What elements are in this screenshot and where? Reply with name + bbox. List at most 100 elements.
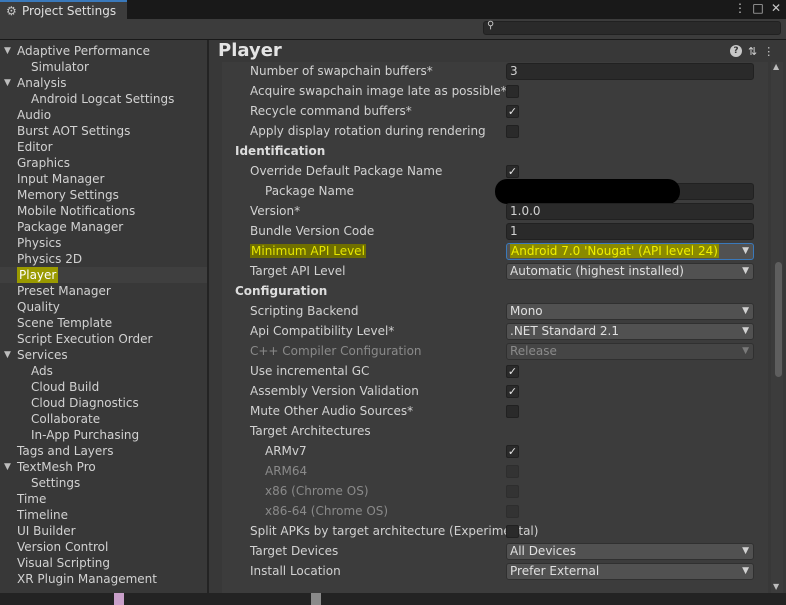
checkbox[interactable] [506, 525, 519, 538]
chevron-down-icon: ▼ [742, 566, 749, 576]
text-field[interactable]: 1 [506, 223, 754, 240]
scrollbar-thumb[interactable] [775, 262, 782, 377]
section-header: Configuration [222, 282, 768, 302]
sidebar-item[interactable]: Time [0, 491, 207, 507]
checkmark-icon: ✓ [507, 365, 518, 378]
preset-icon[interactable]: ⇅ [748, 45, 757, 58]
setting-label: Configuration [235, 284, 328, 298]
sidebar-item[interactable]: ▼ Adaptive Performance [0, 43, 207, 59]
sidebar-item[interactable]: Android Logcat Settings [0, 91, 207, 107]
expand-arrow-icon[interactable]: ▼ [4, 459, 11, 475]
dropdown[interactable]: Prefer External ▼ [506, 563, 754, 580]
title-bar: ⚙ Project Settings ⋮ □ ✕ [0, 0, 786, 19]
expand-arrow-icon[interactable]: ▼ [4, 75, 11, 91]
checkbox[interactable]: ✓ [506, 365, 519, 378]
setting-row: ARMv7 ✓ [222, 442, 768, 462]
expand-arrow-icon[interactable]: ▼ [4, 347, 11, 363]
setting-label: ARMv7 [265, 444, 307, 458]
checkbox[interactable]: ✓ [506, 105, 519, 118]
sidebar-item[interactable]: Input Manager [0, 171, 207, 187]
sidebar-item[interactable]: UI Builder [0, 523, 207, 539]
setting-row: Apply display rotation during rendering [222, 122, 768, 142]
sidebar-item[interactable]: Cloud Build [0, 379, 207, 395]
setting-row: Split APKs by target architecture (Exper… [222, 522, 768, 542]
checkbox[interactable]: ✓ [506, 445, 519, 458]
sidebar-item[interactable]: Memory Settings [0, 187, 207, 203]
sidebar-item[interactable]: Player [0, 267, 207, 283]
sidebar-item[interactable]: Physics [0, 235, 207, 251]
sidebar-item-label: Input Manager [17, 172, 105, 186]
checkbox [506, 505, 519, 518]
setting-label: Package Name [265, 184, 354, 198]
setting-label: Scripting Backend [250, 304, 359, 318]
checkbox[interactable] [506, 85, 519, 98]
scroll-down-icon[interactable]: ▼ [773, 582, 779, 591]
sidebar-item[interactable]: Simulator [0, 59, 207, 75]
scroll-up-icon[interactable]: ▲ [773, 62, 779, 71]
dropdown[interactable]: Android 7.0 'Nougat' (API level 24) ▼ [506, 243, 754, 260]
more-menu-icon[interactable]: ⋮ [734, 1, 746, 15]
sidebar-item[interactable]: Settings [0, 475, 207, 491]
sidebar-item-label: TextMesh Pro [17, 460, 96, 474]
sidebar-item[interactable]: Package Manager [0, 219, 207, 235]
sidebar-item-label: Visual Scripting [17, 556, 110, 570]
setting-label: Identification [235, 144, 326, 158]
sidebar-item[interactable]: Preset Manager [0, 283, 207, 299]
sidebar-item-label: Graphics [17, 156, 70, 170]
help-icon[interactable]: ? [730, 45, 742, 57]
sidebar-item[interactable]: Physics 2D [0, 251, 207, 267]
sidebar-item[interactable]: Audio [0, 107, 207, 123]
dropdown[interactable]: .NET Standard 2.1 ▼ [506, 323, 754, 340]
sidebar-item[interactable]: Visual Scripting [0, 555, 207, 571]
chevron-down-icon: ▼ [742, 546, 749, 556]
dropdown[interactable]: Mono ▼ [506, 303, 754, 320]
dropdown-value: Android 7.0 'Nougat' (API level 24) [510, 244, 719, 258]
sidebar-item[interactable]: Version Control [0, 539, 207, 555]
sidebar-item[interactable]: Graphics [0, 155, 207, 171]
sidebar-item[interactable]: Timeline [0, 507, 207, 523]
sidebar-item[interactable]: Cloud Diagnostics [0, 395, 207, 411]
bottom-strip [0, 593, 786, 605]
close-icon[interactable]: ✕ [770, 1, 782, 15]
dropdown[interactable]: Automatic (highest installed) ▼ [506, 263, 754, 280]
sidebar-item[interactable]: Tags and Layers [0, 443, 207, 459]
sidebar-item[interactable]: Script Execution Order [0, 331, 207, 347]
setting-label: Acquire swapchain image late as possible… [250, 84, 507, 98]
checkbox[interactable] [506, 125, 519, 138]
sidebar-item[interactable]: In-App Purchasing [0, 427, 207, 443]
setting-label: Bundle Version Code [250, 224, 375, 238]
sidebar-item-label: Physics [17, 236, 62, 250]
text-field[interactable]: 1.0.0 [506, 203, 754, 220]
sidebar-item[interactable]: Burst AOT Settings [0, 123, 207, 139]
setting-row: Version* 1.0.0 [222, 202, 768, 222]
setting-row: Override Default Package Name ✓ [222, 162, 768, 182]
sidebar-item[interactable]: Collaborate [0, 411, 207, 427]
sidebar-item[interactable]: Scene Template [0, 315, 207, 331]
sidebar-item[interactable]: ▼ Analysis [0, 75, 207, 91]
setting-row: Scripting Backend Mono ▼ [222, 302, 768, 322]
sidebar-item[interactable]: Ads [0, 363, 207, 379]
window-controls: ⋮ □ ✕ [734, 1, 782, 15]
sidebar-item-label: Player [17, 267, 59, 283]
tab-project-settings[interactable]: ⚙ Project Settings [0, 0, 127, 19]
dropdown: Release ▼ [506, 343, 754, 360]
sidebar-item[interactable]: Editor [0, 139, 207, 155]
sidebar-item[interactable]: Mobile Notifications [0, 203, 207, 219]
sidebar-item[interactable]: XR Plugin Management [0, 571, 207, 587]
sidebar: ▼ Adaptive Performance Simulator ▼ Analysis A… [0, 40, 207, 593]
bottom-marker [114, 593, 124, 605]
sidebar-item[interactable]: ▼ Services [0, 347, 207, 363]
more-icon[interactable]: ⋮ [763, 45, 774, 58]
checkbox[interactable]: ✓ [506, 385, 519, 398]
dropdown[interactable]: All Devices ▼ [506, 543, 754, 560]
maximize-icon[interactable]: □ [752, 1, 764, 15]
checkbox[interactable]: ✓ [506, 165, 519, 178]
setting-label: Assembly Version Validation [250, 384, 419, 398]
expand-arrow-icon[interactable]: ▼ [4, 43, 11, 59]
setting-row: Mute Other Audio Sources* [222, 402, 768, 422]
sidebar-item[interactable]: ▼ TextMesh Pro [0, 459, 207, 475]
checkbox[interactable] [506, 405, 519, 418]
text-field[interactable]: 3 [506, 63, 754, 80]
sidebar-item[interactable]: Quality [0, 299, 207, 315]
search-input[interactable]: ⚲ [483, 20, 781, 35]
